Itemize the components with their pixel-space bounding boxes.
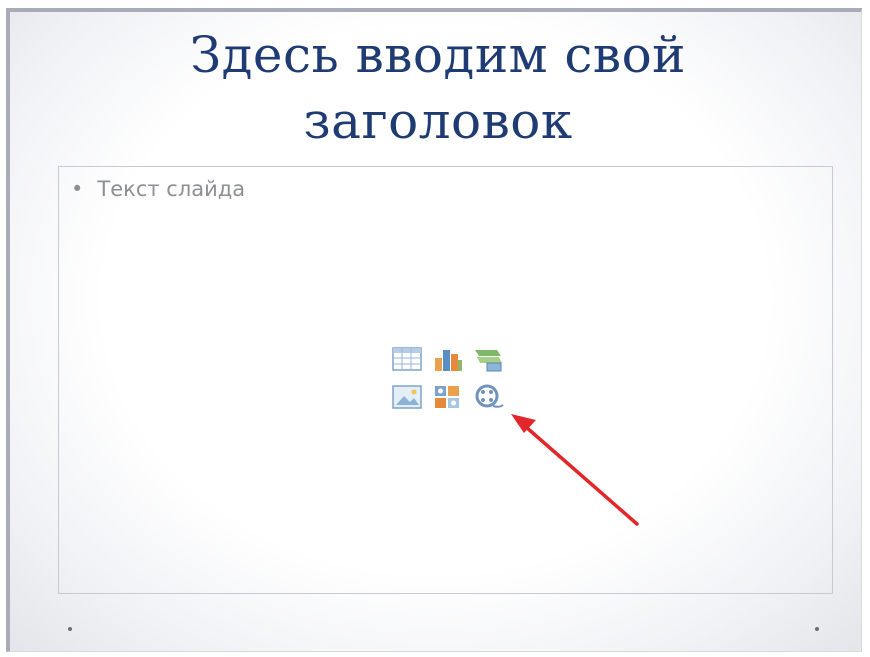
insert-picture-icon[interactable] (391, 382, 425, 412)
slide: Здесь вводим свой заголовок • Текст слайд… (6, 8, 862, 652)
insert-media-icon[interactable] (471, 382, 505, 412)
body-text: Текст слайда (97, 177, 246, 201)
slide-title-line-1: Здесь вводим свой (189, 26, 687, 84)
body-bullet: • Текст слайда (71, 177, 245, 201)
content-placeholder[interactable]: • Текст слайда (58, 166, 833, 594)
slide-corner-dot-left (68, 627, 72, 631)
insert-smartart-icon[interactable] (471, 344, 505, 374)
slide-title[interactable]: Здесь вводим свой заголовок (10, 22, 866, 154)
insert-content-icons (387, 342, 507, 414)
insert-chart-icon[interactable] (431, 344, 465, 374)
bullet-marker: • (71, 177, 84, 201)
insert-table-icon[interactable] (391, 344, 425, 374)
slide-title-line-2: заголовок (303, 92, 573, 150)
insert-clipart-icon[interactable] (431, 382, 465, 412)
slide-corner-dot-right (815, 627, 819, 631)
screenshot-frame: Здесь вводим свой заголовок • Текст слайд… (0, 0, 870, 657)
